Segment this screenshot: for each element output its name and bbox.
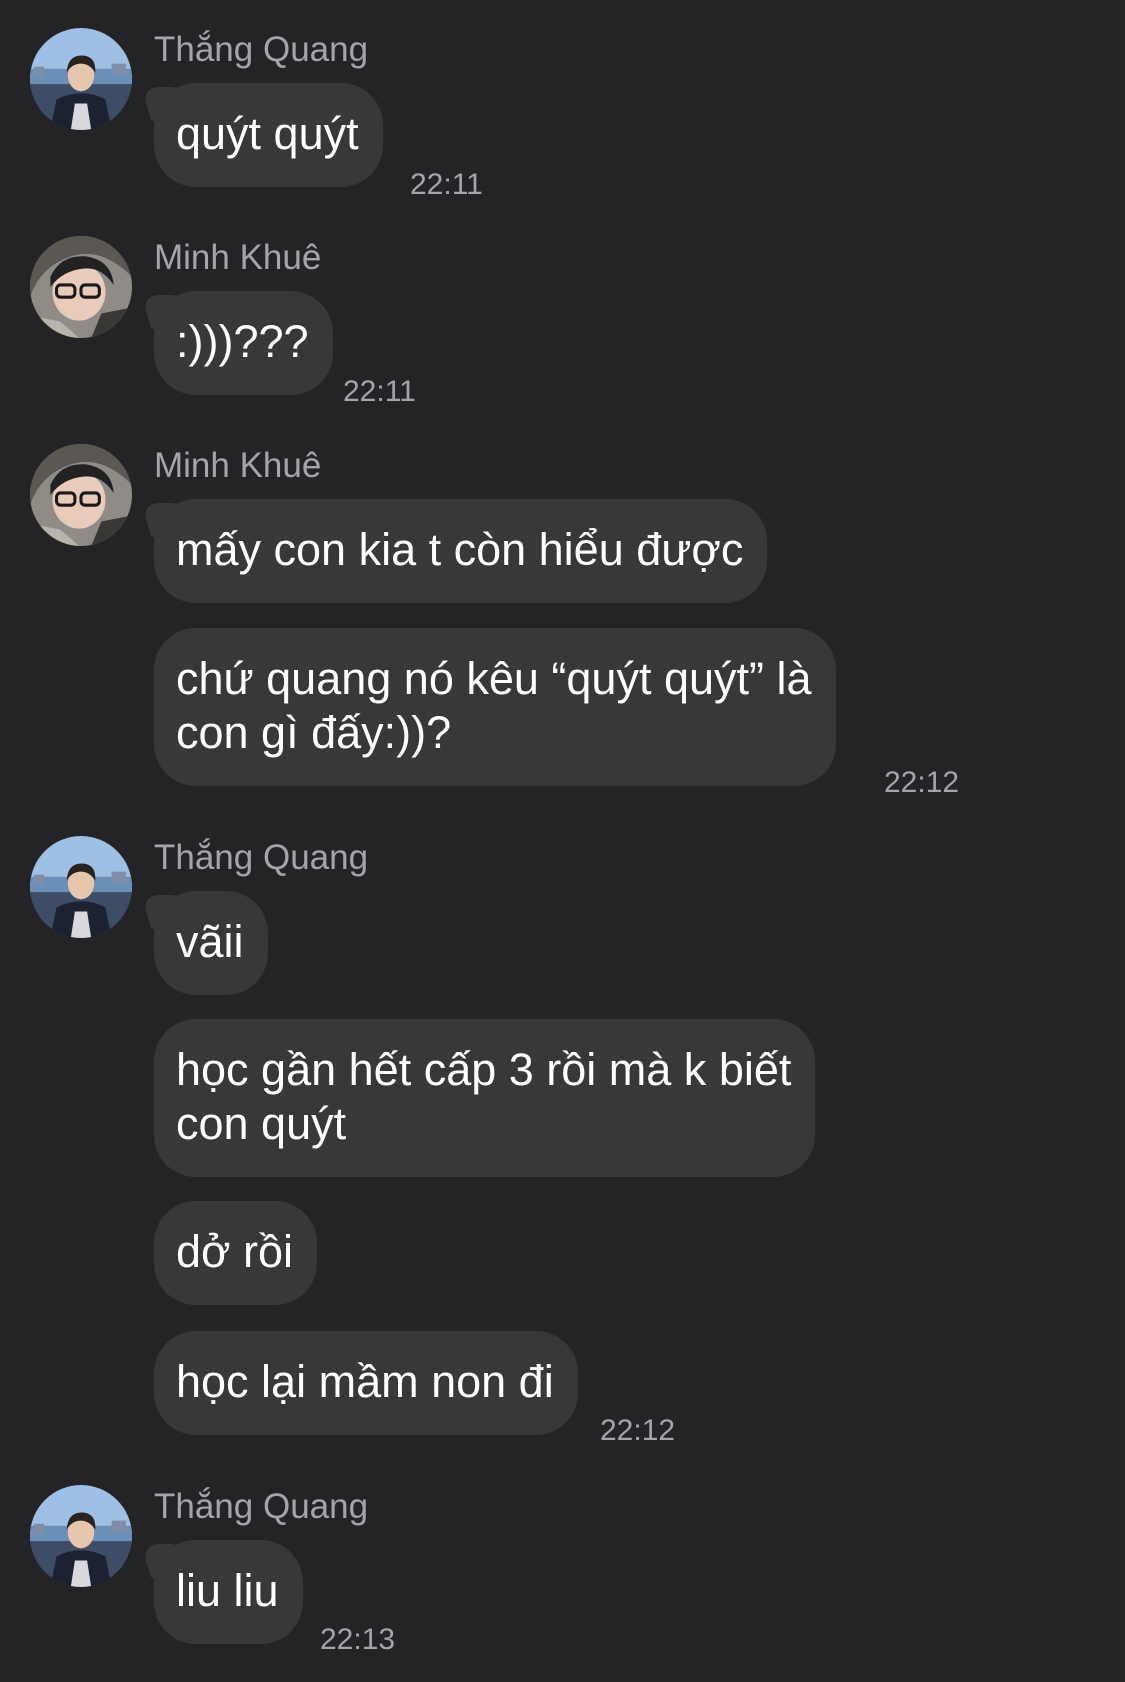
avatar-thang-quang[interactable]: [30, 28, 132, 130]
message-bubble[interactable]: :)))???: [154, 291, 333, 395]
message-bubble[interactable]: vãii: [154, 891, 268, 995]
message-timestamp: 22:13: [320, 1623, 396, 1656]
message-bubble[interactable]: học gần hết cấp 3 rồi mà k biết con quýt: [154, 1019, 816, 1177]
message-bubble[interactable]: mấy con kia t còn hiểu được: [154, 499, 768, 603]
sender-name: Thắng Quang: [154, 30, 369, 69]
message-timestamp: 22:12: [600, 1414, 676, 1447]
profile-photo-icon: [30, 1485, 132, 1587]
avatar-minh-khue[interactable]: [30, 236, 132, 338]
profile-photo-icon: [30, 28, 132, 130]
message-bubble[interactable]: dở rồi: [154, 1201, 318, 1305]
sender-name: Thắng Quang: [154, 838, 369, 877]
profile-photo-icon: [30, 444, 132, 546]
message-bubble[interactable]: chứ quang nó kêu “quýt quýt” là con gì đ…: [154, 628, 836, 786]
message-bubble[interactable]: liu liu: [154, 1540, 303, 1644]
avatar-minh-khue[interactable]: [30, 444, 132, 546]
message-bubble[interactable]: quýt quýt: [154, 83, 383, 187]
profile-photo-icon: [30, 836, 132, 938]
message-timestamp: 22:12: [884, 766, 960, 799]
sender-name: Thắng Quang: [154, 1487, 369, 1526]
avatar-thang-quang[interactable]: [30, 836, 132, 938]
message-timestamp: 22:11: [410, 168, 483, 201]
avatar-thang-quang[interactable]: [30, 1485, 132, 1587]
message-bubble[interactable]: học lại mầm non đi: [154, 1331, 578, 1435]
sender-name: Minh Khuê: [154, 238, 322, 277]
message-timestamp: 22:11: [343, 375, 416, 408]
sender-name: Minh Khuê: [154, 446, 322, 485]
chat-message-list[interactable]: Thắng Quang quýt quýt 22:11 Minh Khuê :)…: [0, 0, 1125, 1682]
profile-photo-icon: [30, 236, 132, 338]
